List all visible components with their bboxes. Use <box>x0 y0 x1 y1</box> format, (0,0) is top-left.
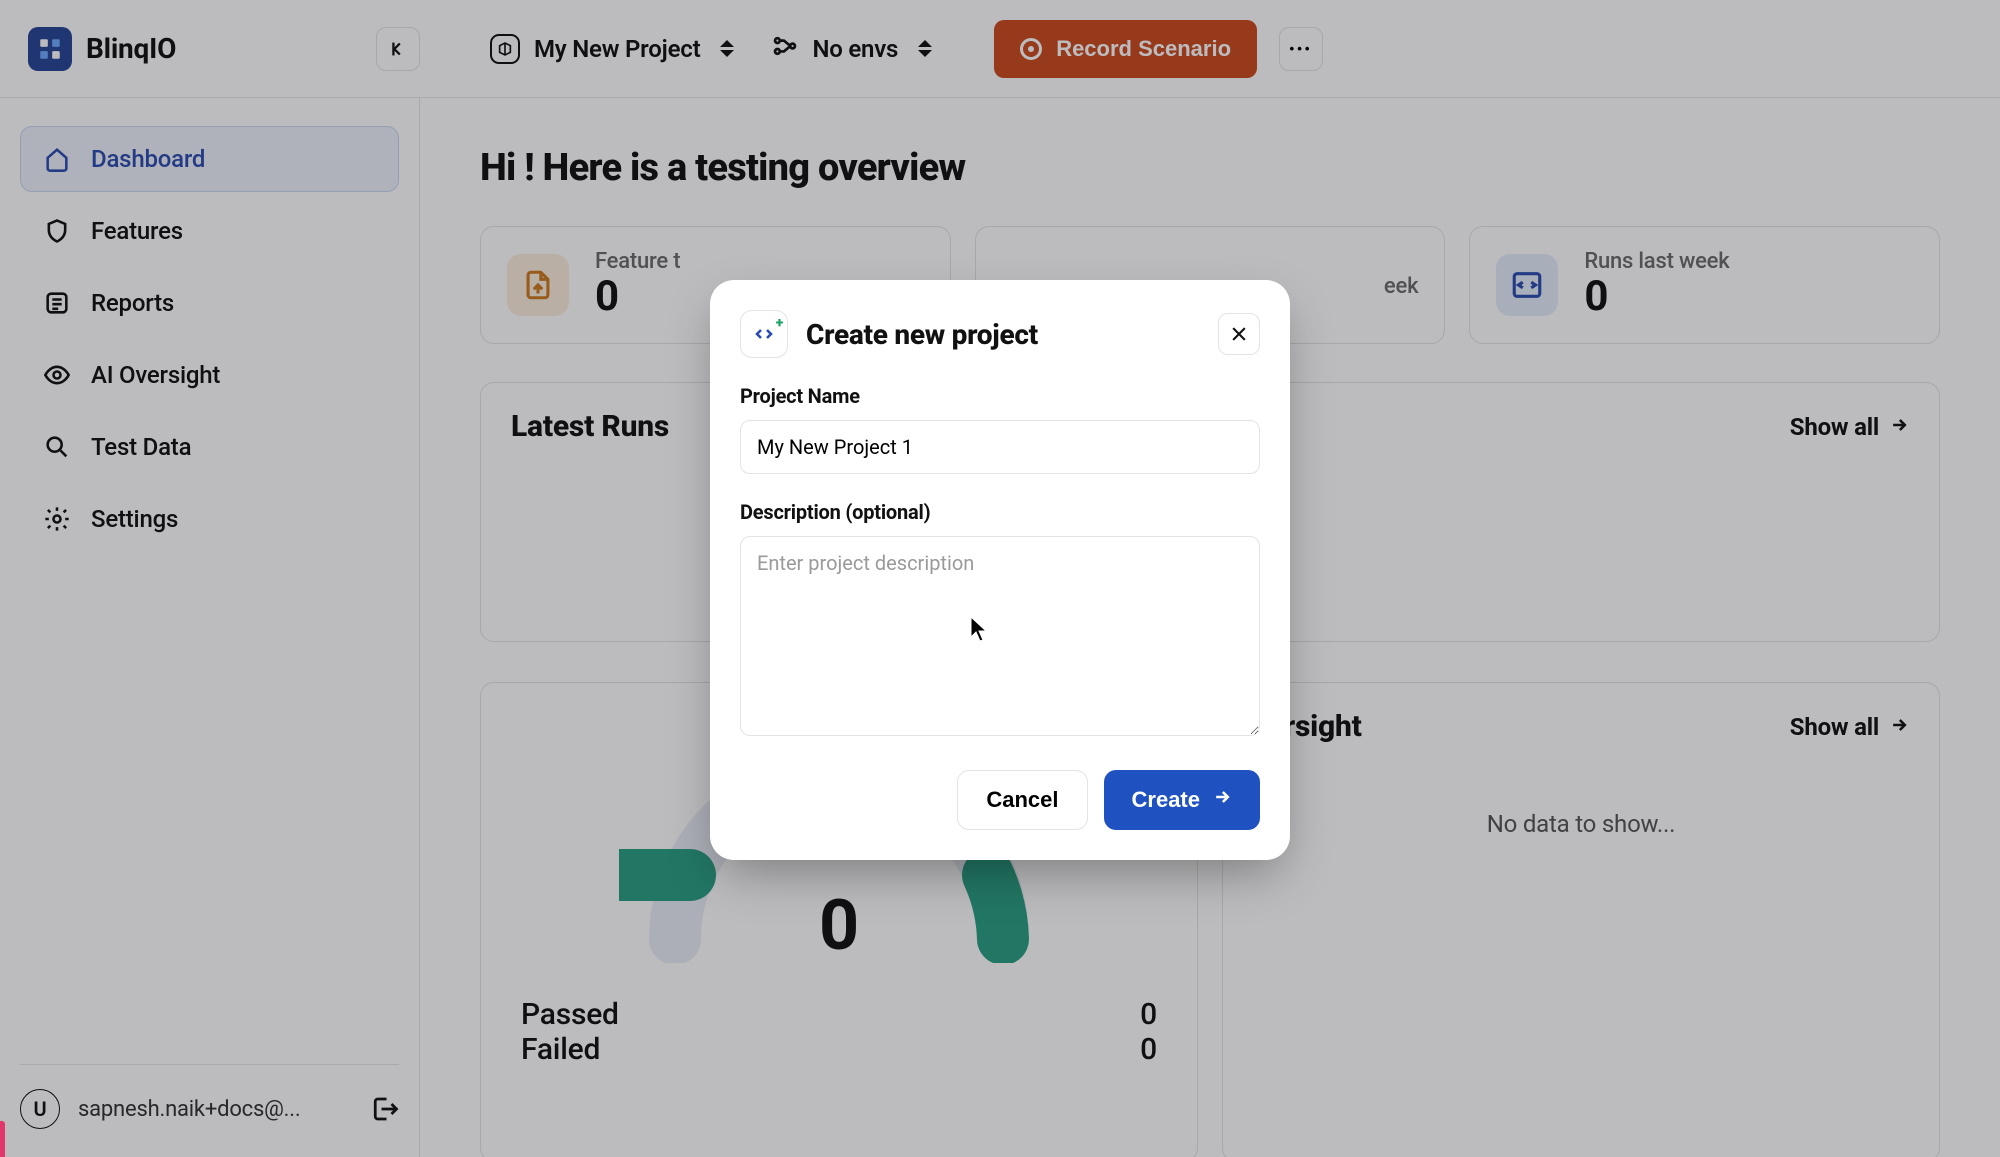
project-name-label: Project Name <box>740 384 1260 408</box>
edge-stripe <box>0 1121 5 1157</box>
description-label: Description (optional) <box>740 500 1260 524</box>
create-button[interactable]: Create <box>1104 770 1260 830</box>
arrow-right-icon <box>1212 787 1232 813</box>
cancel-label: Cancel <box>986 787 1058 813</box>
close-icon <box>1229 324 1249 344</box>
cancel-button[interactable]: Cancel <box>957 770 1087 830</box>
create-project-modal: + Create new project Project Name Descri… <box>710 280 1290 860</box>
project-name-input[interactable] <box>740 420 1260 474</box>
mouse-cursor-icon <box>970 616 988 648</box>
description-textarea[interactable] <box>740 536 1260 736</box>
create-label: Create <box>1132 787 1200 813</box>
close-button[interactable] <box>1218 313 1260 355</box>
modal-title: Create new project <box>806 318 1038 351</box>
modal-logo-icon: + <box>740 310 788 358</box>
